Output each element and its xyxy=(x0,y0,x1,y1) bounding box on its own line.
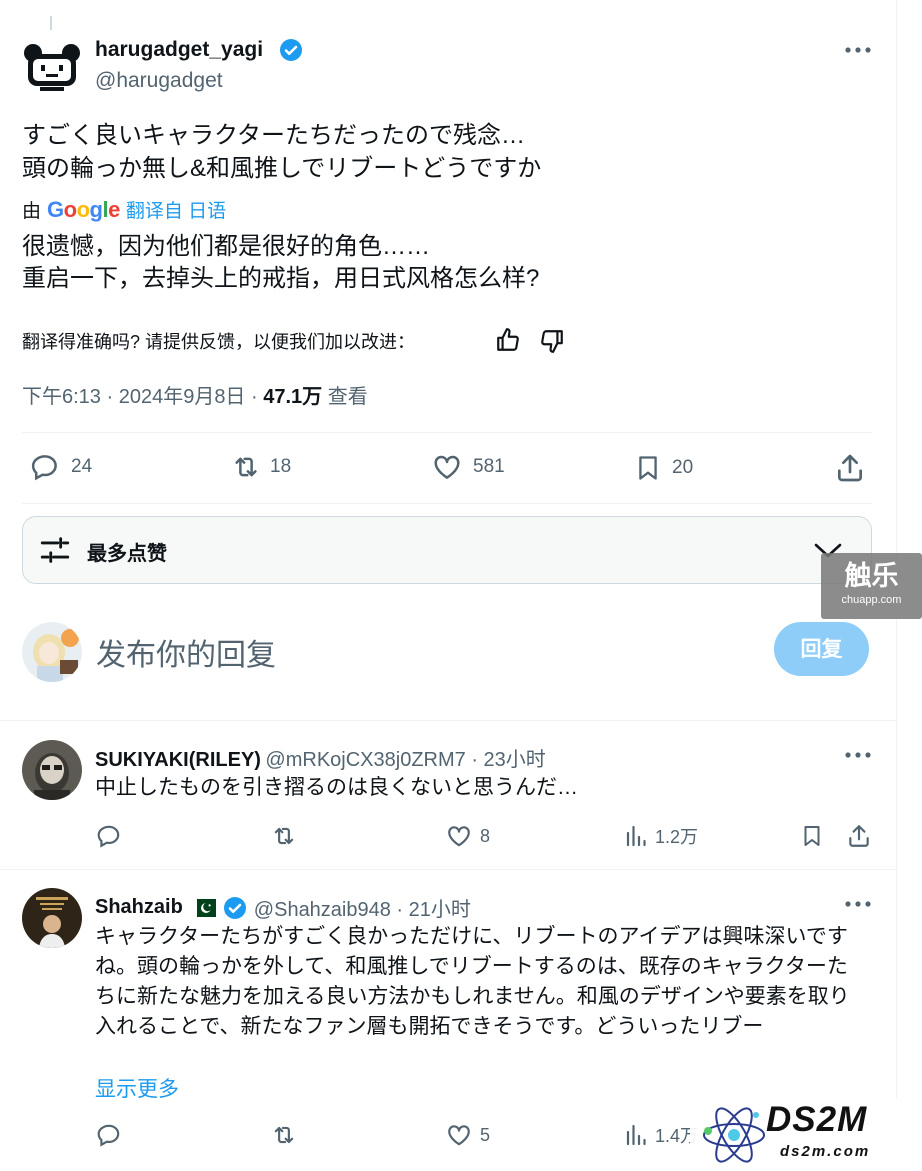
divider xyxy=(0,720,896,721)
thumbs-down-icon[interactable] xyxy=(539,328,565,354)
more-options-icon[interactable] xyxy=(844,900,872,908)
watermark-title: 触乐 xyxy=(844,561,899,591)
divider xyxy=(22,432,872,433)
reply-action[interactable]: 24 xyxy=(29,452,92,482)
thumbs-up-icon[interactable] xyxy=(495,327,521,353)
reply-text: 中止したものを引き摺るのは良くないと思うんだ… xyxy=(95,776,578,799)
reply-avatar[interactable] xyxy=(22,740,82,800)
like-count: 581 xyxy=(473,456,505,477)
analytics-icon xyxy=(626,1124,646,1146)
thread-connector xyxy=(50,16,52,30)
repost-icon xyxy=(235,457,257,477)
author-handle[interactable]: @harugadget xyxy=(95,69,223,93)
verified-badge-icon xyxy=(279,38,303,62)
more-options-icon[interactable] xyxy=(844,46,872,54)
reply-icon[interactable] xyxy=(96,1122,122,1148)
heart-icon xyxy=(448,826,470,847)
show-more-link[interactable]: 显示更多 xyxy=(95,1073,179,1103)
post-timestamp[interactable]: 下午6:13 · 2024年9月8日 · xyxy=(22,386,263,408)
bookmark-count: 20 xyxy=(672,457,694,478)
post-text-line-1: すごく良いキャラクターたちだったので残念… xyxy=(22,122,526,149)
atom-logo-icon xyxy=(703,1107,765,1163)
watermark-url: ds2m.com xyxy=(780,1143,871,1160)
reply-author-name[interactable]: SUKIYAKI(RILEY) xyxy=(95,749,261,771)
views-action[interactable]: 1.4万 xyxy=(624,1122,698,1148)
reply-header: SUKIYAKI(RILEY) @mRKojCX38j0ZRM7 · 23小时 xyxy=(95,743,546,772)
share-icon[interactable] xyxy=(846,823,872,849)
divider xyxy=(0,869,896,870)
reply-icon xyxy=(31,455,57,481)
like-count: 8 xyxy=(480,825,491,846)
share-icon[interactable] xyxy=(834,452,866,484)
bookmark-icon[interactable] xyxy=(800,823,824,849)
post-meta: 下午6:13 · 2024年9月8日 · 47.1万 查看 xyxy=(22,380,368,409)
author-name[interactable]: harugadget_yagi xyxy=(95,38,263,62)
repost-icon[interactable] xyxy=(270,823,298,849)
divider xyxy=(22,503,872,504)
reply-header: Shahzaib @Shahzaib948 · 21小时 xyxy=(95,893,471,922)
views-count: 47.1万 xyxy=(263,386,323,408)
bookmark-icon xyxy=(639,456,657,480)
heart-icon xyxy=(448,1125,470,1146)
views-action[interactable]: 1.2万 xyxy=(624,823,698,849)
reply-button[interactable]: 回复 xyxy=(774,622,869,676)
chuapp-watermark: 触乐 chuapp.com xyxy=(821,553,922,619)
verified-badge-icon xyxy=(223,896,246,919)
watermark-title: DS2M xyxy=(766,1100,868,1139)
reply-text: キャラクターたちがすごく良かっただけに、リブートのアイデアは興味深いですね。頭の… xyxy=(95,925,850,1038)
reply-avatar[interactable] xyxy=(22,888,82,948)
google-logo: Google xyxy=(47,196,120,222)
heart-icon xyxy=(434,455,460,479)
watermark-url: chuapp.com xyxy=(841,594,902,606)
like-action[interactable]: 5 xyxy=(446,1122,490,1148)
repost-icon[interactable] xyxy=(270,1122,298,1148)
sort-label: 最多点赞 xyxy=(87,543,167,565)
reply-icon[interactable] xyxy=(96,823,122,849)
post-text-line-2: 頭の輪っか無し&和風推しでリブートどうですか xyxy=(22,155,542,182)
reply-author-name[interactable]: Shahzaib xyxy=(95,896,183,919)
repost-action[interactable]: 18 xyxy=(230,452,291,482)
like-action[interactable]: 8 xyxy=(446,823,490,849)
translated-text-line-1: 很遗憾，因为他们都是很好的角色…… xyxy=(22,233,430,260)
views-count: 1.2万 xyxy=(655,827,699,847)
like-count: 5 xyxy=(480,1124,491,1145)
my-avatar[interactable] xyxy=(22,622,82,682)
reply-handle-time[interactable]: @Shahzaib948 · 21小时 xyxy=(254,893,471,922)
translated-text-line-2: 重启一下，去掉头上的戒指，用日式风格怎么样? xyxy=(22,265,540,292)
translated-by-label: 由 xyxy=(22,201,42,222)
sliders-icon xyxy=(38,533,72,567)
pakistan-flag-icon xyxy=(189,898,216,917)
author-avatar[interactable] xyxy=(22,40,82,100)
reply-handle-time[interactable]: @mRKojCX38j0ZRM7 · 23小时 xyxy=(265,749,545,771)
more-options-icon[interactable] xyxy=(844,751,872,759)
reply-count: 24 xyxy=(71,456,93,477)
ds2m-watermark: DS2M ds2m.com xyxy=(690,1098,922,1171)
translation-attribution: 由 Google 翻译自 日语 xyxy=(22,196,226,223)
bookmark-action[interactable]: 20 xyxy=(634,452,693,484)
translation-feedback-prompt: 翻译得准确吗? 请提供反馈，以便我们加以改进： xyxy=(22,332,416,352)
reply-input[interactable]: 发布你的回复 xyxy=(96,630,276,674)
repost-count: 18 xyxy=(270,456,292,477)
analytics-icon xyxy=(626,825,646,847)
translation-source-link[interactable]: 翻译自 日语 xyxy=(126,196,226,223)
like-action[interactable]: 581 xyxy=(431,452,505,482)
views-label: 查看 xyxy=(322,386,368,408)
